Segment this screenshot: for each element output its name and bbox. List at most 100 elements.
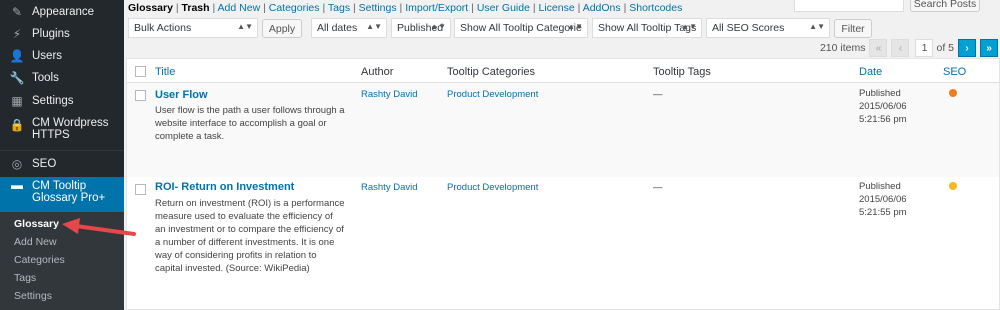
row-status: Published xyxy=(859,181,901,192)
date-value: All dates xyxy=(317,22,358,34)
subnav-trash[interactable]: Trash xyxy=(182,2,210,14)
subnav-settings[interactable]: Settings xyxy=(359,2,397,14)
menu-item-seo[interactable]: ◎ SEO xyxy=(0,153,124,175)
submenu-glossary[interactable]: Glossary xyxy=(14,218,59,230)
submenu-settings[interactable]: Settings xyxy=(14,290,52,302)
column-author: Author xyxy=(361,66,394,78)
subnav-shortcodes[interactable]: Shortcodes xyxy=(629,2,682,14)
row-checkbox[interactable] xyxy=(135,184,146,195)
next-page-button[interactable]: › xyxy=(958,39,976,57)
subnav-separator: | xyxy=(399,2,403,14)
subnav-import-export[interactable]: Import/Export xyxy=(405,2,468,14)
subnav: Glossary | Trash | Add New | Categories … xyxy=(128,2,682,14)
prev-page-button[interactable]: ‹ xyxy=(891,39,910,57)
menu-item-appearance[interactable]: ✎ Appearance xyxy=(0,1,124,23)
subnav-addons[interactable]: AddOns xyxy=(583,2,621,14)
row-description: Return on investment (ROI) is a performa… xyxy=(155,198,345,274)
row-status: Published xyxy=(859,88,901,99)
row-description: User flow is the path a user follows thr… xyxy=(155,105,345,142)
subnav-categories[interactable]: Categories xyxy=(269,2,320,14)
subnav-separator: | xyxy=(212,2,216,14)
submenu-add-new[interactable]: Add New xyxy=(14,236,57,248)
chevron-updown-icon: ▲▼ xyxy=(809,22,825,31)
row-time: 5:21:56 pm xyxy=(859,114,907,125)
menu-item-cm-tooltip[interactable]: ▬ CM Tooltip Glossary Pro+ xyxy=(0,177,124,213)
categories-value: Show All Tooltip Categorie xyxy=(460,22,582,34)
row-date-value: 2015/06/06 xyxy=(859,101,907,112)
chevron-updown-icon: ▲▼ xyxy=(681,22,697,31)
last-page-button[interactable]: » xyxy=(980,39,998,57)
first-page-button[interactable]: « xyxy=(869,39,888,57)
wrench-icon: 🔧 xyxy=(9,71,25,85)
menu-item-cm-https[interactable]: 🔒 CM Wordpress HTTPS xyxy=(0,117,124,151)
submenu-categories[interactable]: Categories xyxy=(14,254,65,266)
table-row: User Flow User flow is the path a user f… xyxy=(127,83,999,177)
row-checkbox[interactable] xyxy=(135,90,146,101)
bulk-actions-value: Bulk Actions xyxy=(134,22,192,34)
status-select[interactable]: Published ▲▼ xyxy=(391,18,451,38)
row-title-link[interactable]: ROI- Return on Investment xyxy=(155,181,294,193)
subnav-separator: | xyxy=(532,2,536,14)
chevron-updown-icon: ▲▼ xyxy=(366,22,382,31)
annotation-arrow-icon xyxy=(62,218,136,236)
menu-item-users[interactable]: 👤 Users xyxy=(0,45,124,67)
row-date: Published 2015/06/06 5:21:56 pm xyxy=(859,87,907,126)
menu-label: CM Wordpress HTTPS xyxy=(32,117,109,141)
search-input[interactable] xyxy=(794,0,904,12)
seo-scores-value: All SEO Scores xyxy=(712,22,785,34)
current-page-input[interactable]: 1 xyxy=(915,39,934,57)
subnav-license[interactable]: License xyxy=(539,2,575,14)
subnav-separator: | xyxy=(353,2,356,14)
row-tags: — xyxy=(653,182,663,193)
menu-item-plugins[interactable]: ⚡ Plugins xyxy=(0,23,124,45)
subnav-separator: | xyxy=(623,2,627,14)
seo-scores-select[interactable]: All SEO Scores ▲▼ xyxy=(706,18,830,38)
menu-label: Tools xyxy=(32,72,59,84)
row-title-link[interactable]: User Flow xyxy=(155,89,208,101)
row-tags: — xyxy=(653,89,663,100)
pagination: 210 items « ‹ 1 of 5 › » xyxy=(820,38,998,58)
submenu-tags[interactable]: Tags xyxy=(14,272,36,284)
row-category[interactable]: Product Development xyxy=(447,182,538,193)
row-author[interactable]: Rashty David xyxy=(361,182,418,193)
row-category[interactable]: Product Development xyxy=(447,89,538,100)
menu-label: CM Tooltip Glossary Pro+ xyxy=(32,180,106,204)
tags-select[interactable]: Show All Tooltip Tags ▲▼ xyxy=(592,18,702,38)
subnav-user-guide[interactable]: User Guide xyxy=(477,2,530,14)
row-date-value: 2015/06/06 xyxy=(859,194,907,205)
user-icon: 👤 xyxy=(9,49,25,63)
subnav-separator: | xyxy=(263,2,266,14)
paintbrush-icon: ✎ xyxy=(11,5,23,19)
menu-item-settings[interactable]: ▦ Settings xyxy=(0,90,124,112)
chevron-updown-icon: ▲▼ xyxy=(237,22,253,31)
table-header: Title Author Tooltip Categories Tooltip … xyxy=(127,59,999,83)
select-all-checkbox[interactable] xyxy=(135,66,146,77)
bulk-actions-select[interactable]: Bulk Actions ▲▼ xyxy=(128,18,258,38)
seo-score-dot xyxy=(949,182,957,190)
seo-score-dot xyxy=(949,89,957,97)
filter-button[interactable]: Filter xyxy=(834,19,872,38)
subnav-add-new[interactable]: Add New xyxy=(218,2,261,14)
settings-icon: ▦ xyxy=(11,94,23,108)
apply-button[interactable]: Apply xyxy=(262,19,302,38)
subnav-separator: | xyxy=(471,2,474,14)
menu-label: Settings xyxy=(32,95,74,107)
chevron-updown-icon: ▲▼ xyxy=(430,22,446,31)
menu-label: Plugins xyxy=(32,28,70,40)
menu-label: Users xyxy=(32,50,63,62)
column-categories: Tooltip Categories xyxy=(447,66,536,78)
column-title[interactable]: Title xyxy=(155,66,175,78)
column-tags: Tooltip Tags xyxy=(653,66,711,78)
date-select[interactable]: All dates ▲▼ xyxy=(311,18,387,38)
subnav-glossary[interactable]: Glossary xyxy=(128,2,173,14)
column-seo[interactable]: SEO xyxy=(943,66,966,78)
column-date[interactable]: Date xyxy=(859,66,882,78)
search-posts-button[interactable]: Search Posts xyxy=(910,0,980,12)
subnav-separator: | xyxy=(577,2,581,14)
subnav-tags[interactable]: Tags xyxy=(328,2,350,14)
categories-select[interactable]: Show All Tooltip Categorie ▲▼ xyxy=(454,18,588,38)
glossary-table: Title Author Tooltip Categories Tooltip … xyxy=(126,58,1000,310)
menu-item-tools[interactable]: 🔧 Tools xyxy=(0,67,124,89)
row-author[interactable]: Rashty David xyxy=(361,89,418,100)
lock-icon: 🔒 xyxy=(9,118,25,132)
